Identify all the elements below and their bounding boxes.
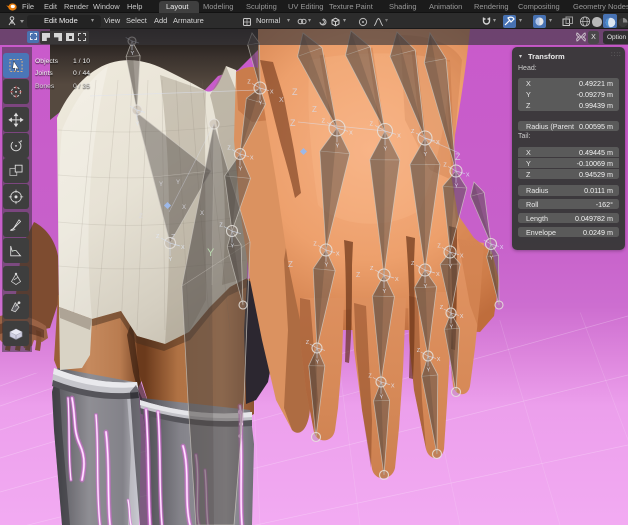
svg-text:Y: Y (239, 167, 243, 173)
svg-text:Y: Y (316, 359, 320, 365)
svg-text:Y: Y (176, 180, 180, 186)
svg-text:X: X (395, 277, 399, 283)
svg-text:X: X (336, 251, 340, 257)
svg-text:X: X (270, 89, 274, 95)
svg-text:Y: Y (159, 182, 163, 188)
svg-text:Z: Z (288, 260, 293, 269)
svg-text:Z: Z (455, 152, 461, 162)
svg-text:Y: Y (169, 257, 173, 263)
svg-text:Y: Y (383, 289, 387, 295)
svg-text:Z: Z (292, 87, 298, 97)
svg-text:Y: Y (380, 395, 384, 401)
svg-text:X: X (437, 357, 441, 363)
svg-text:X: X (500, 245, 504, 251)
svg-text:Y: Y (449, 265, 453, 271)
svg-text:Z: Z (312, 105, 317, 114)
svg-text:X: X (181, 245, 185, 251)
svg-text:Z: Z (290, 118, 296, 128)
svg-text:X: X (182, 205, 186, 211)
svg-text:X: X (279, 97, 284, 104)
svg-text:X: X (460, 314, 464, 320)
svg-text:Y: Y (384, 146, 388, 152)
svg-text:X: X (349, 131, 353, 137)
svg-text:X: X (460, 253, 464, 259)
svg-text:Y: Y (455, 184, 459, 190)
svg-text:Y: Y (231, 244, 235, 250)
svg-text:Y: Y (336, 143, 340, 149)
svg-text:Y: Y (427, 367, 431, 373)
svg-text:Y: Y (450, 324, 454, 330)
svg-text:Y: Y (207, 247, 215, 259)
svg-text:Z: Z (171, 234, 176, 241)
svg-text:Y: Y (424, 284, 428, 290)
svg-text:X: X (397, 134, 401, 140)
svg-text:Y: Y (424, 152, 428, 158)
svg-text:Y: Y (136, 121, 140, 127)
svg-text:Y: Y (490, 255, 494, 261)
svg-text:X: X (391, 383, 395, 389)
svg-text:Z: Z (356, 272, 361, 279)
svg-text:X: X (436, 272, 440, 278)
svg-text:Y: Y (131, 51, 135, 57)
svg-text:Y: Y (259, 101, 263, 107)
svg-text:X: X (250, 155, 254, 161)
svg-text:X: X (466, 172, 470, 178)
svg-text:X: X (200, 211, 204, 217)
svg-text:Y: Y (325, 263, 329, 269)
svg-text:Z: Z (139, 214, 143, 220)
